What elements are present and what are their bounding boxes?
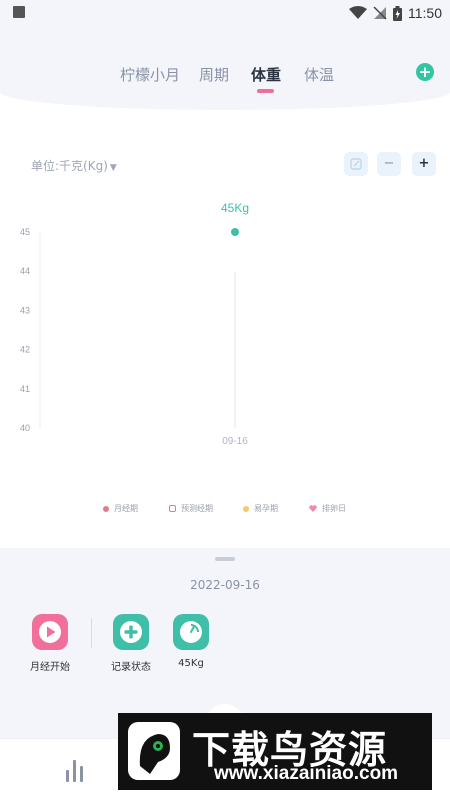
image-notification-icon: [13, 6, 25, 18]
dot-icon: [103, 505, 109, 512]
legend-item-ovulation: 排卵日: [309, 503, 346, 514]
zoom-out-button[interactable]: −: [377, 152, 401, 176]
period-start-action[interactable]: 月经开始: [15, 614, 85, 673]
chart-legend: 月经期 预测经期 易孕期 排卵日: [0, 503, 450, 517]
tab-weight[interactable]: 体重: [251, 64, 281, 85]
y-tick-label: 44: [20, 266, 30, 276]
stats-nav-icon[interactable]: [66, 758, 86, 782]
wifi-icon: [349, 6, 367, 19]
dot-icon: [243, 505, 249, 512]
watermark-banner: 下载鸟资源 www.xiazainiao.com: [118, 713, 432, 790]
status-icons: 11:50: [349, 4, 442, 22]
tab-cycle[interactable]: 周期: [199, 64, 229, 85]
record-status-button[interactable]: [113, 614, 149, 650]
drag-handle[interactable]: [215, 557, 235, 561]
weight-button[interactable]: [173, 614, 209, 650]
y-tick-label: 43: [20, 305, 30, 315]
watermark-url: www.xiazainiao.com: [214, 763, 399, 784]
active-tab-indicator: [257, 89, 274, 93]
y-tick-label: 45: [20, 227, 30, 237]
tab-bar: 柠檬小月 周期 体重 体温: [0, 64, 450, 94]
play-icon: [39, 621, 61, 643]
data-point: [231, 228, 239, 236]
legend-item-period: 月经期: [103, 503, 138, 514]
data-label: 45Kg: [221, 201, 249, 215]
weight-label: 45Kg: [178, 658, 204, 669]
period-start-button[interactable]: [32, 614, 68, 650]
unit-label: 单位:千克(Kg): [31, 159, 108, 173]
selected-date: 2022-09-16: [190, 578, 260, 592]
add-record-button[interactable]: +: [416, 63, 434, 81]
legend-item-fertile: 易孕期: [243, 503, 278, 514]
heart-icon: [309, 505, 317, 512]
plus-icon: [120, 621, 142, 643]
tab-temperature[interactable]: 体温: [304, 64, 334, 85]
tab-lemon-moon[interactable]: 柠檬小月: [120, 64, 180, 85]
minus-icon: −: [383, 156, 395, 171]
y-tick-label: 41: [20, 384, 30, 394]
ring-icon: [169, 505, 176, 512]
clock: 11:50: [408, 5, 442, 21]
plus-icon: +: [418, 156, 430, 171]
battery-icon: [393, 5, 402, 21]
bird-logo-icon: [128, 722, 180, 780]
y-tick-label: 40: [20, 423, 30, 433]
legend-item-predicted-period: 预测经期: [169, 503, 213, 514]
x-tick-label: 09-16: [222, 436, 248, 447]
scale-icon: [180, 621, 202, 643]
plus-icon: +: [418, 63, 432, 81]
edit-button[interactable]: [344, 152, 368, 176]
status-bar: 11:50: [0, 0, 450, 26]
weight-action[interactable]: 45Kg: [156, 614, 226, 669]
unit-selector[interactable]: 单位:千克(Kg) ▼: [31, 157, 117, 174]
no-signal-icon: [373, 6, 387, 20]
divider: [91, 618, 92, 648]
y-tick-label: 42: [20, 345, 30, 355]
weight-chart: 45 44 43 42 41 40 45Kg 09-16: [20, 201, 249, 447]
caret-down-icon: ▼: [109, 163, 117, 173]
edit-icon: [350, 158, 362, 170]
zoom-in-button[interactable]: +: [412, 152, 436, 176]
period-start-label: 月经开始: [30, 662, 70, 673]
